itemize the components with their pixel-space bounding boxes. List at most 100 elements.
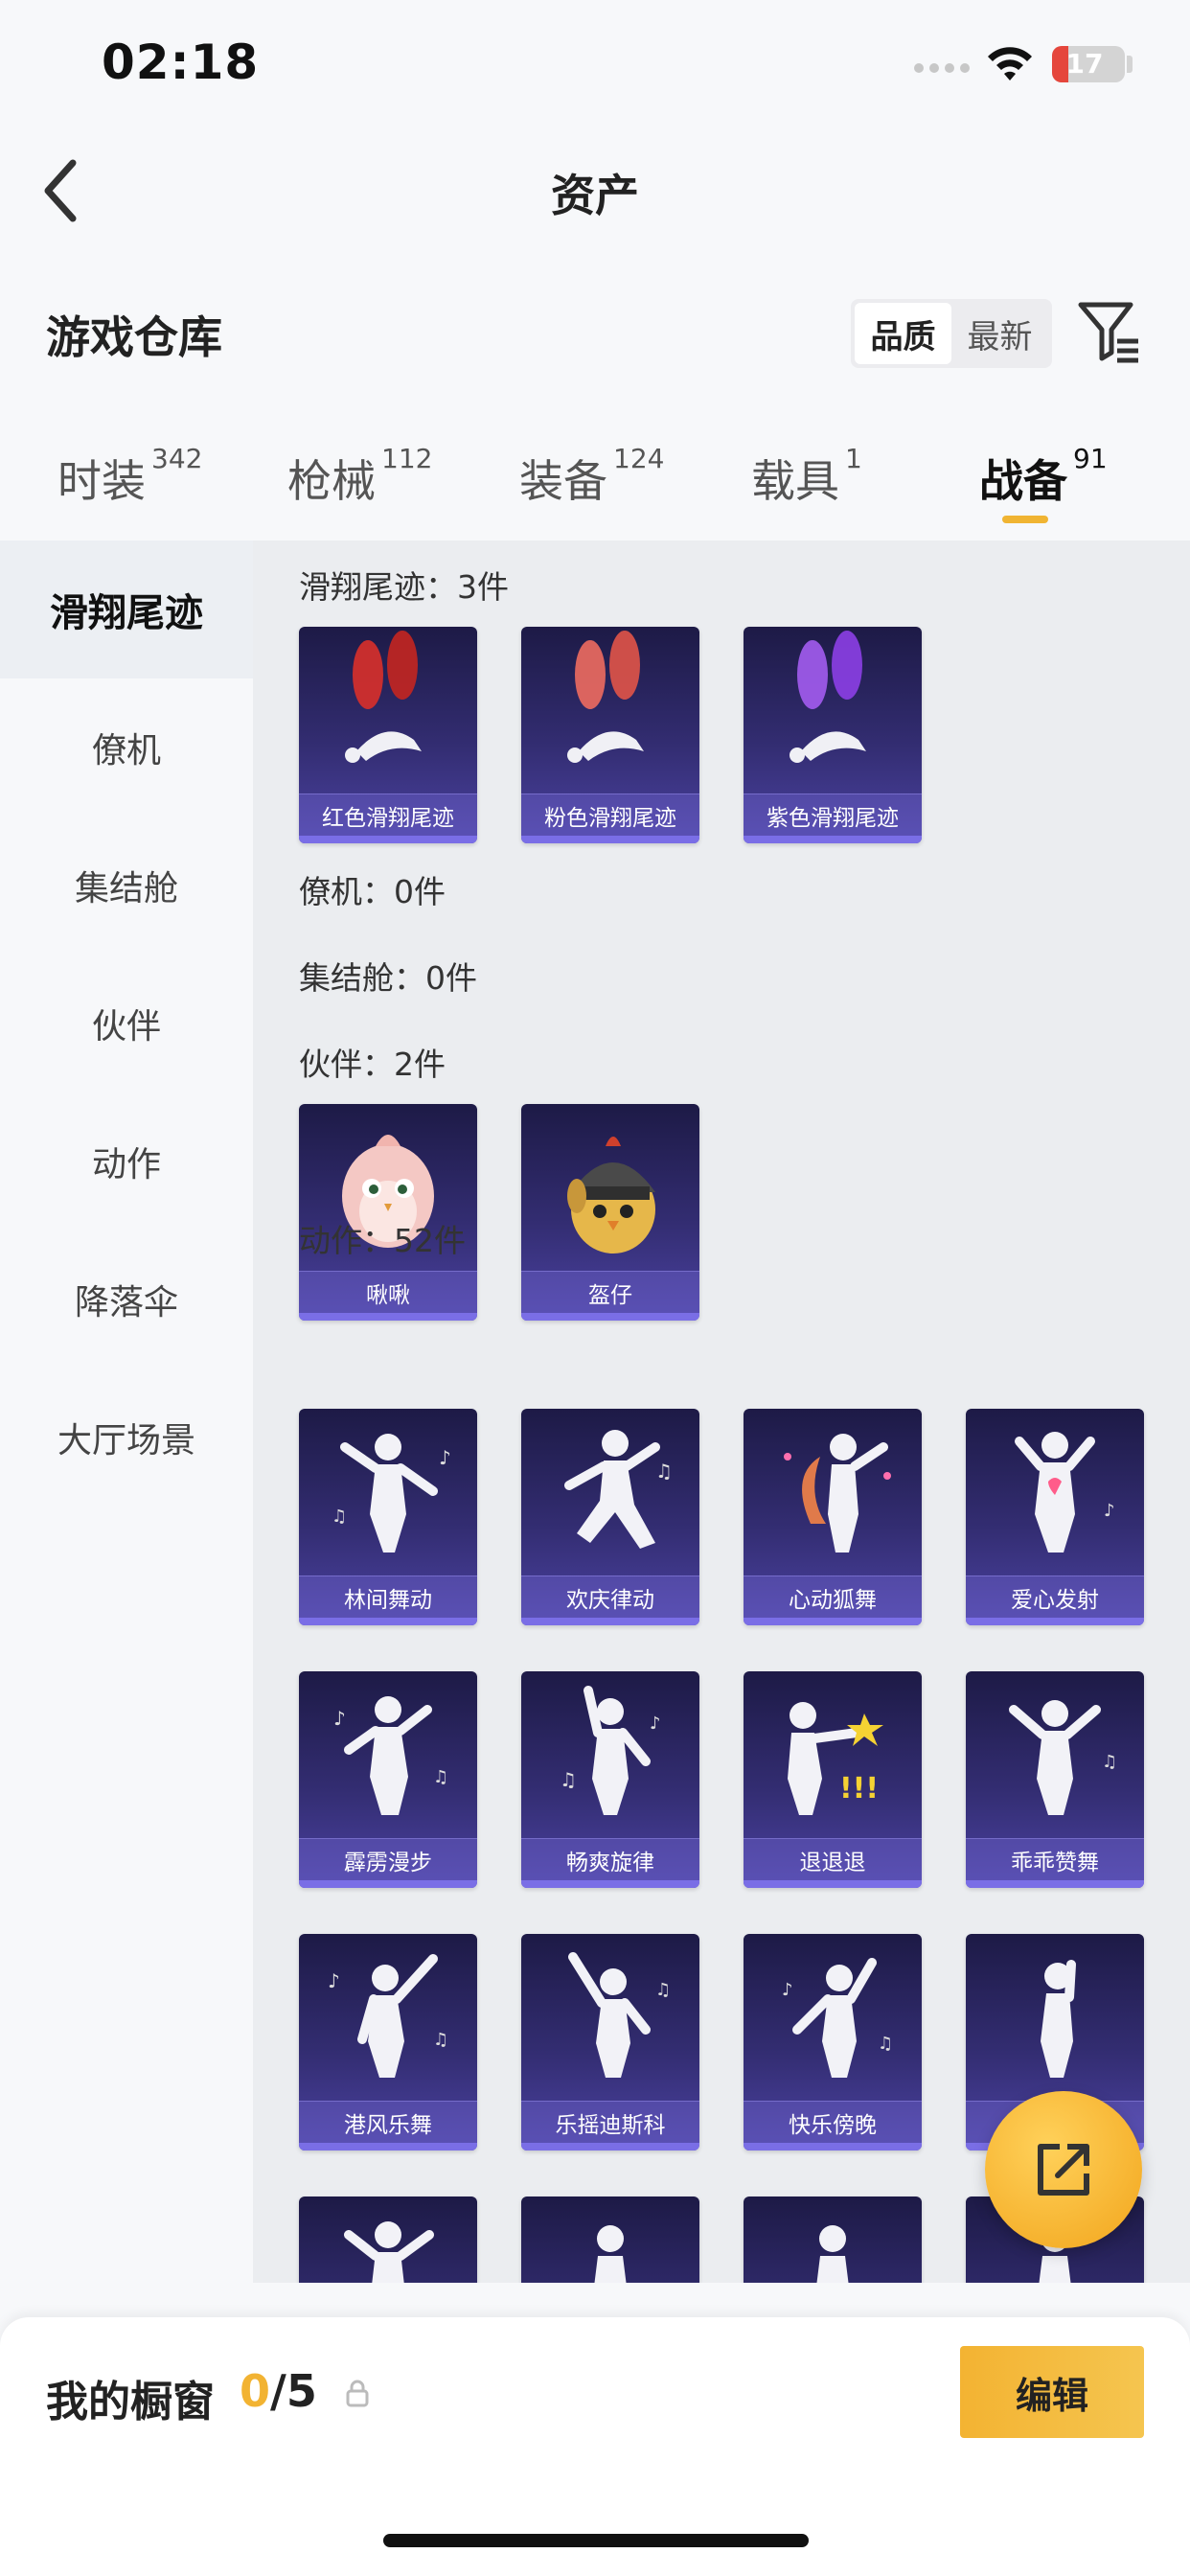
sidebar-item-partner[interactable]: 伙伴: [0, 954, 253, 1092]
battery-level: 17: [1065, 48, 1104, 80]
glide-trail-image: [345, 631, 422, 763]
showcase-label: 我的橱窗: [46, 2378, 215, 2426]
nav-bar: 资产: [0, 134, 1190, 240]
tab-equipment[interactable]: 装备 124: [519, 443, 664, 510]
item-label: 红色滑翔尾迹: [299, 794, 477, 836]
tab-fashion[interactable]: 时装 342: [57, 443, 202, 510]
item-card[interactable]: ♫ 乖乖赞舞: [966, 1671, 1144, 1888]
section-title-emote: 动作：52件: [299, 1222, 466, 1259]
sidebar-item-lobby[interactable]: 大厅场景: [0, 1368, 253, 1506]
partner-image: [567, 1137, 655, 1254]
emote-image: [594, 2225, 627, 2283]
item-label: 乖乖赞舞: [966, 1838, 1144, 1880]
item-label: 紫色滑翔尾迹: [744, 794, 922, 836]
item-label: 霹雳漫步: [299, 1838, 477, 1880]
item-card[interactable]: ♪ 爱心发射: [966, 1409, 1144, 1625]
item-card[interactable]: 紫色滑翔尾迹: [744, 627, 922, 843]
item-card[interactable]: ♪ ♫ 港风乐舞: [299, 1934, 477, 2150]
item-label: 欢庆律动: [521, 1576, 699, 1618]
item-card[interactable]: 红色滑翔尾迹: [299, 627, 477, 843]
emote-image: ♪ ♫: [332, 1434, 451, 1552]
item-card[interactable]: ♫ 欢庆律动: [521, 1409, 699, 1625]
category-tabs: 时装 342 枪械 112 装备 124 载具 1 战备 91: [0, 441, 1190, 537]
item-card[interactable]: ♪ ♫ 霹雳漫步: [299, 1671, 477, 1888]
showcase-count: 0/5: [240, 2365, 317, 2417]
sidebar-item-pod[interactable]: 集结舱: [0, 816, 253, 954]
item-card[interactable]: [299, 2196, 477, 2283]
glide-trail-image: [790, 631, 866, 763]
emote-image: ♪ ♫: [782, 1958, 893, 2078]
sidebar-item-wingman[interactable]: 僚机: [0, 678, 253, 816]
emote-image: ♫: [1009, 1700, 1117, 1815]
svg-text:♪: ♪: [333, 1707, 346, 1730]
sort-toggle[interactable]: 品质 最新: [851, 299, 1052, 368]
share-icon: [1038, 2144, 1089, 2196]
item-label: 林间舞动: [299, 1576, 477, 1618]
emote-image: [784, 1434, 891, 1552]
emote-image: [1041, 1960, 1076, 2078]
item-label: 快乐傍晚: [744, 2101, 922, 2143]
item-label: 心动狐舞: [744, 1576, 922, 1618]
edit-button[interactable]: 编辑: [960, 2346, 1144, 2438]
content-panel: 滑翔尾迹：3件 红色滑翔尾迹 粉色滑翔尾迹 紫色滑翔尾迹 僚机：0件 集结舱：0…: [253, 540, 1190, 2283]
sidebar-item-emote[interactable]: 动作: [0, 1092, 253, 1230]
sidebar-item-glide-trail[interactable]: 滑翔尾迹: [0, 540, 253, 678]
emote-image: ♫: [568, 1952, 671, 2078]
svg-text:♫: ♫: [1102, 1752, 1117, 1772]
svg-text:!!!: !!!: [839, 1772, 879, 1806]
item-label: 港风乐舞: [299, 2101, 477, 2143]
section-title-pod: 集结舱：0件: [299, 959, 477, 997]
item-card[interactable]: 粉色滑翔尾迹: [521, 627, 699, 843]
svg-text:♪: ♪: [328, 1969, 340, 1992]
item-card[interactable]: 盔仔: [521, 1104, 699, 1321]
item-card[interactable]: !!! 退退退: [744, 1671, 922, 1888]
item-label: 退退退: [744, 1838, 922, 1880]
warehouse-title: 游戏仓库: [46, 311, 222, 363]
sort-quality-button[interactable]: 品质: [855, 303, 951, 364]
page-title: 资产: [551, 170, 639, 221]
tab-vehicles[interactable]: 载具 1: [751, 443, 862, 510]
svg-text:♪: ♪: [439, 1446, 451, 1469]
share-button[interactable]: [985, 2091, 1142, 2248]
emote-image: [816, 2225, 849, 2283]
svg-text:♫: ♫: [655, 1460, 673, 1483]
emote-image: ♪ ♫: [328, 1954, 448, 2078]
sidebar-item-parachute[interactable]: 降落伞: [0, 1230, 253, 1368]
item-label: 盔仔: [521, 1271, 699, 1313]
section-title-partner: 伙伴：2件: [299, 1046, 446, 1083]
item-card[interactable]: [521, 2196, 699, 2283]
sidebar: 滑翔尾迹 僚机 集结舱 伙伴 动作 降落伞 大厅场景: [0, 540, 253, 2285]
battery-icon: 17: [1052, 46, 1125, 82]
emote-image: ♪ ♫: [333, 1696, 448, 1815]
sort-newest-button[interactable]: 最新: [951, 303, 1048, 364]
item-label: 畅爽旋律: [521, 1838, 699, 1880]
item-card[interactable]: ♫ 乐摇迪斯科: [521, 1934, 699, 2150]
item-card[interactable]: ♪ ♫ 快乐傍晚: [744, 1934, 922, 2150]
item-card[interactable]: ♪ ♫ 林间舞动: [299, 1409, 477, 1625]
svg-text:♪: ♪: [1104, 1501, 1115, 1521]
tab-guns[interactable]: 枪械 112: [287, 443, 432, 510]
svg-text:♫: ♫: [655, 1980, 671, 2000]
item-label: 粉色滑翔尾迹: [521, 794, 699, 836]
wifi-icon: [988, 47, 1032, 80]
svg-text:♫: ♫: [878, 2034, 893, 2054]
item-card[interactable]: ♫ ♪ 畅爽旋律: [521, 1671, 699, 1888]
svg-text:♫: ♫: [433, 2030, 448, 2050]
item-label: 爱心发射: [966, 1576, 1144, 1618]
status-bar: 02:18 17: [0, 0, 1190, 134]
status-time: 02:18: [102, 34, 260, 90]
glide-trail-image: [567, 631, 644, 763]
item-card[interactable]: 心动狐舞: [744, 1409, 922, 1625]
emote-image: [344, 2221, 434, 2283]
section-title-glide: 滑翔尾迹：3件: [299, 568, 509, 606]
signal-icon: [914, 63, 970, 73]
filter-icon[interactable]: [1077, 299, 1140, 364]
item-card[interactable]: [744, 2196, 922, 2283]
svg-text:♫: ♫: [433, 1767, 448, 1787]
home-indicator: [383, 2534, 809, 2547]
tab-prep[interactable]: 战备 91: [979, 443, 1108, 510]
emote-image: ♪: [1015, 1432, 1115, 1552]
emote-image: ♫: [564, 1430, 673, 1549]
emote-image: !!!: [788, 1702, 883, 1815]
item-card[interactable]: 啾啾: [299, 1104, 477, 1321]
